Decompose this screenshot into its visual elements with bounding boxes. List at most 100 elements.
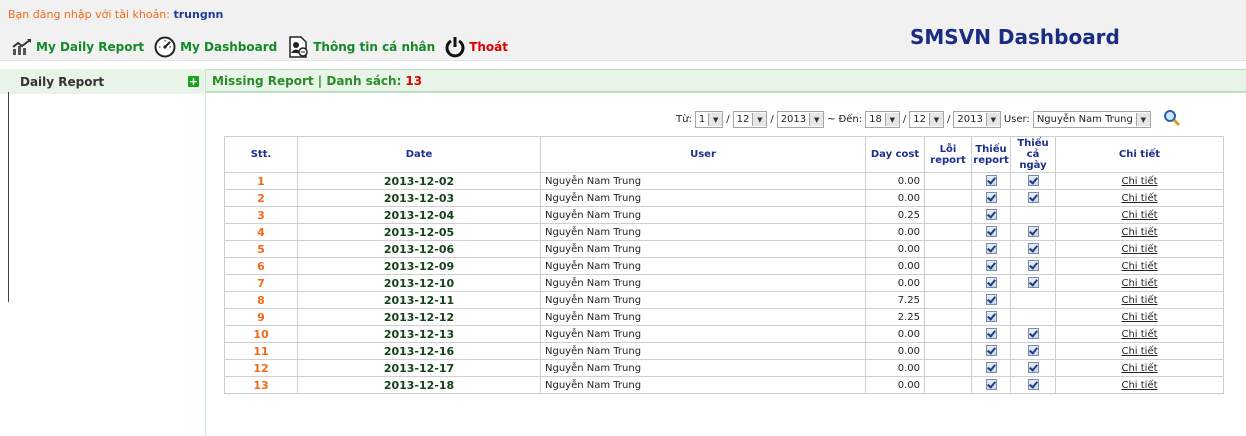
speedometer-icon (154, 36, 176, 58)
chi-tiet-link[interactable]: Chi tiết (1121, 261, 1157, 272)
cell-stt: 1 (224, 172, 298, 190)
checked-checkbox[interactable] (985, 260, 997, 272)
login-status: Bạn đăng nhập với tài khoản: trungnn (8, 8, 223, 21)
checked-checkbox[interactable] (985, 379, 997, 391)
chi-tiet-link[interactable]: Chi tiết (1121, 227, 1157, 238)
cell-chi-tiet: Chi tiết (1055, 206, 1224, 224)
main-panel: Missing Report | Danh sách: 13 Từ: 1 ▼ / … (206, 69, 1246, 436)
cell-date: 2013-12-06 (297, 240, 541, 258)
checked-checkbox[interactable] (1027, 260, 1039, 272)
user-info-icon (287, 36, 309, 58)
table-row: 6 2013-12-09 Nguyễn Nam Trung 0.00 Chi tiết (224, 257, 1224, 275)
checked-checkbox[interactable] (985, 175, 997, 187)
user-select[interactable]: Nguyễn Nam Trung ▼ (1032, 111, 1151, 128)
to-month-select[interactable]: 12 ▼ (909, 111, 944, 128)
cell-thieu-ca-ngay (1010, 359, 1056, 377)
from-day-select[interactable]: 1 ▼ (694, 111, 724, 128)
cell-stt: 7 (224, 274, 298, 292)
checked-checkbox[interactable] (985, 277, 997, 289)
nav-my-dashboard[interactable]: My Dashboard (154, 36, 277, 58)
chi-tiet-link[interactable]: Chi tiết (1121, 210, 1157, 221)
col-loi-report: Lỗi report (924, 136, 972, 173)
cell-day-cost: 0.25 (865, 206, 925, 224)
select-value: 2013 (780, 114, 807, 125)
panel-title: Missing Report | Danh sách: (212, 73, 402, 88)
col-date: Date (297, 136, 541, 173)
main-nav: My Daily Report My Dashboard Thông tin c… (12, 36, 508, 58)
separator: / (946, 114, 951, 125)
cell-thieu-ca-ngay (1010, 172, 1056, 190)
chi-tiet-link[interactable]: Chi tiết (1121, 176, 1157, 187)
from-month-select[interactable]: 12 ▼ (732, 111, 768, 128)
cell-thieu-ca-ngay (1010, 240, 1056, 258)
checked-checkbox[interactable] (985, 243, 997, 255)
from-year-select[interactable]: 2013 ▼ (776, 111, 825, 128)
chi-tiet-link[interactable]: Chi tiết (1121, 329, 1157, 340)
cell-day-cost: 0.00 (865, 342, 925, 360)
nav-thoat[interactable]: Thoát (445, 36, 508, 58)
col-day-cost: Day cost (865, 136, 925, 173)
separator: / (902, 114, 907, 125)
top-header: Bạn đăng nhập với tài khoản: trungnn My … (0, 0, 1246, 61)
chi-tiet-link[interactable]: Chi tiết (1121, 380, 1157, 391)
table-row: 2 2013-12-03 Nguyễn Nam Trung 0.00 Chi tiết (224, 189, 1224, 207)
checked-checkbox[interactable] (985, 226, 997, 238)
chi-tiet-link[interactable]: Chi tiết (1121, 363, 1157, 374)
checked-checkbox[interactable] (1027, 379, 1039, 391)
checked-checkbox[interactable] (985, 192, 997, 204)
cell-loi-report (924, 376, 972, 394)
checked-checkbox[interactable] (985, 209, 997, 221)
cell-thieu-ca-ngay (1010, 206, 1056, 224)
search-icon[interactable] (1162, 109, 1184, 130)
to-year-select[interactable]: 2013 ▼ (953, 111, 1001, 128)
chi-tiet-link[interactable]: Chi tiết (1121, 312, 1157, 323)
checked-checkbox[interactable] (1027, 345, 1039, 357)
cell-chi-tiet: Chi tiết (1055, 172, 1224, 190)
nav-my-daily-report[interactable]: My Daily Report (12, 38, 144, 56)
checked-checkbox[interactable] (985, 328, 997, 340)
nav-label: Thoát (469, 40, 508, 54)
chi-tiet-link[interactable]: Chi tiết (1121, 193, 1157, 204)
missing-report-table: Stt. Date User Day cost Lỗi report Thiếu… (224, 136, 1224, 394)
chi-tiet-link[interactable]: Chi tiết (1121, 278, 1157, 289)
cell-thieu-report (971, 325, 1011, 343)
checked-checkbox[interactable] (1027, 362, 1039, 374)
cell-thieu-ca-ngay (1010, 342, 1056, 360)
chi-tiet-link[interactable]: Chi tiết (1121, 295, 1157, 306)
cell-date: 2013-12-18 (297, 376, 541, 394)
cell-chi-tiet: Chi tiết (1055, 291, 1224, 309)
checked-checkbox[interactable] (985, 362, 997, 374)
record-count: 13 (405, 73, 423, 88)
checked-checkbox[interactable] (1027, 328, 1039, 340)
cell-day-cost: 0.00 (865, 274, 925, 292)
cell-date: 2013-12-04 (297, 206, 541, 224)
filter-bar: Từ: 1 ▼ / 12 ▼ / 2013 ▼ ~ Đến: 18 ▼ / 12 ▼ / … (676, 109, 1184, 130)
table-row: 12 2013-12-17 Nguyễn Nam Trung 0.00 Chi tiết (224, 359, 1224, 377)
checked-checkbox[interactable] (1027, 243, 1039, 255)
cell-date: 2013-12-05 (297, 223, 541, 241)
cell-chi-tiet: Chi tiết (1055, 376, 1224, 394)
to-day-select[interactable]: 18 ▼ (865, 111, 900, 128)
checked-checkbox[interactable] (1027, 226, 1039, 238)
checked-checkbox[interactable] (985, 294, 997, 306)
chi-tiet-link[interactable]: Chi tiết (1121, 244, 1157, 255)
sidebar-item-daily-report[interactable]: Daily Report + (0, 69, 205, 94)
cell-loi-report (924, 206, 972, 224)
cell-day-cost: 0.00 (865, 240, 925, 258)
checked-checkbox[interactable] (985, 311, 997, 323)
cell-date: 2013-12-03 (297, 189, 541, 207)
cell-day-cost: 0.00 (865, 325, 925, 343)
cell-stt: 8 (224, 291, 298, 309)
cell-user: Nguyễn Nam Trung (540, 257, 866, 275)
checked-checkbox[interactable] (1027, 277, 1039, 289)
cell-user: Nguyễn Nam Trung (540, 223, 866, 241)
cell-thieu-report (971, 172, 1011, 190)
chi-tiet-link[interactable]: Chi tiết (1121, 346, 1157, 357)
nav-label: My Dashboard (180, 40, 278, 54)
checked-checkbox[interactable] (1027, 192, 1039, 204)
checked-checkbox[interactable] (985, 345, 997, 357)
select-value: 12 (913, 114, 926, 125)
plus-icon[interactable]: + (188, 76, 199, 87)
checked-checkbox[interactable] (1027, 175, 1039, 187)
nav-thong-tin-ca-nhan[interactable]: Thông tin cá nhân (287, 36, 435, 58)
